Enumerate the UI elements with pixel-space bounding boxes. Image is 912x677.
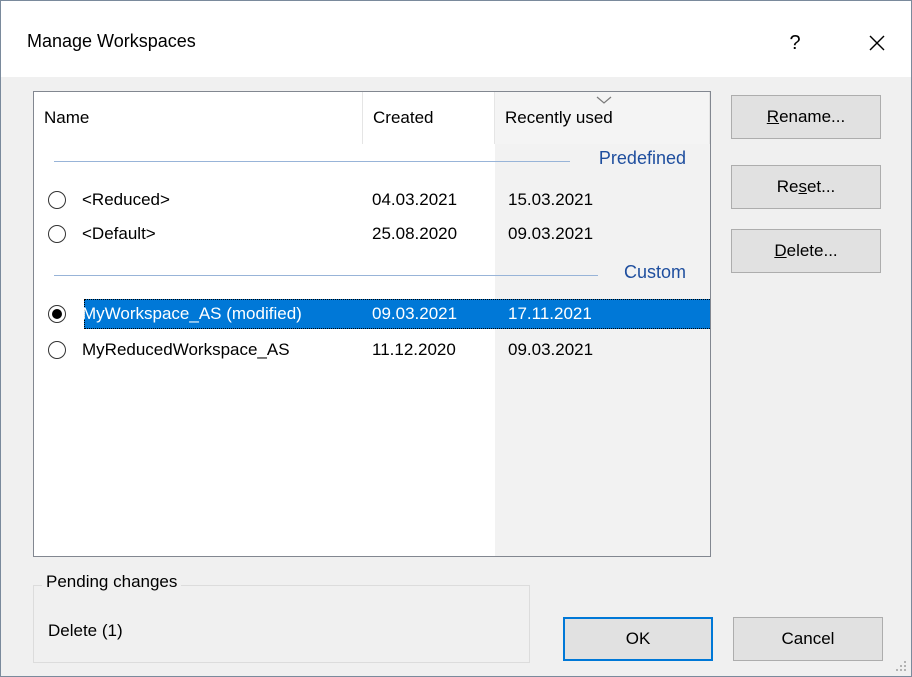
ok-button-label: OK	[625, 629, 651, 648]
group-divider	[54, 161, 570, 162]
close-button[interactable]	[859, 23, 895, 63]
list-header: Name Created Recently used	[34, 92, 710, 144]
delete-button-label: Delete...	[774, 241, 838, 260]
column-header-created[interactable]: Created	[363, 92, 495, 144]
list-item[interactable]: MyReducedWorkspace_AS 11.12.2020 09.03.2…	[42, 334, 708, 368]
column-header-recently-used-label: Recently used	[505, 108, 613, 127]
workspace-recently-used: 15.03.2021	[508, 190, 594, 209]
radio-button[interactable]	[48, 225, 66, 243]
workspace-list[interactable]: Name Created Recently used Predefined <R…	[33, 91, 711, 557]
group-label: Custom	[623, 262, 686, 282]
radio-button[interactable]	[48, 341, 66, 359]
column-header-name-label: Name	[44, 108, 90, 127]
title-bar: Manage Workspaces ?	[1, 1, 911, 77]
delete-button[interactable]: Delete...	[731, 229, 881, 273]
close-icon	[869, 35, 885, 51]
reset-button-label: Reset...	[776, 177, 836, 196]
radio-button[interactable]	[48, 305, 66, 323]
group-header-predefined: Predefined	[34, 146, 710, 176]
workspace-recently-used: 17.11.2021	[508, 304, 592, 323]
workspace-name: <Reduced>	[82, 190, 170, 209]
workspace-created: 09.03.2021	[372, 304, 458, 323]
workspace-recently-used: 09.03.2021	[508, 224, 594, 243]
pending-changes-text: Delete (1)	[48, 621, 123, 640]
group-header-custom: Custom	[34, 260, 710, 290]
resize-grip-icon[interactable]	[895, 660, 907, 672]
rename-button[interactable]: Rename...	[731, 95, 881, 139]
help-button[interactable]: ?	[780, 23, 810, 63]
column-header-name[interactable]: Name	[34, 92, 363, 144]
workspace-name: MyReducedWorkspace_AS	[82, 340, 290, 359]
pending-changes-title: Pending changes	[42, 572, 182, 592]
list-item[interactable]: <Default> 25.08.2020 09.03.2021	[42, 218, 708, 252]
reset-button[interactable]: Reset...	[731, 165, 881, 209]
workspace-created: 25.08.2020	[372, 224, 458, 243]
pending-changes-group: Pending changes Delete (1)	[33, 572, 530, 663]
rename-button-label: Rename...	[766, 107, 846, 126]
workspace-created: 11.12.2020	[372, 340, 456, 359]
manage-workspaces-dialog: Manage Workspaces ? Name Created Recentl…	[0, 0, 912, 677]
help-label: ?	[789, 31, 801, 54]
list-item[interactable]: MyWorkspace_AS (modified) 09.03.2021 17.…	[42, 298, 710, 332]
column-header-created-label: Created	[373, 108, 434, 127]
group-divider	[54, 275, 598, 276]
dialog-title: Manage Workspaces	[27, 31, 196, 51]
workspace-name: MyWorkspace_AS (modified)	[82, 304, 302, 323]
list-item[interactable]: <Reduced> 04.03.2021 15.03.2021	[42, 184, 708, 218]
cancel-button-label: Cancel	[781, 629, 835, 648]
sort-descending-icon	[596, 96, 612, 104]
cancel-button[interactable]: Cancel	[733, 617, 883, 661]
radio-button[interactable]	[48, 191, 66, 209]
workspace-created: 04.03.2021	[372, 190, 458, 209]
workspace-recently-used: 09.03.2021	[508, 340, 594, 359]
group-label: Predefined	[598, 148, 686, 168]
workspace-name: <Default>	[82, 224, 156, 243]
ok-button[interactable]: OK	[563, 617, 713, 661]
